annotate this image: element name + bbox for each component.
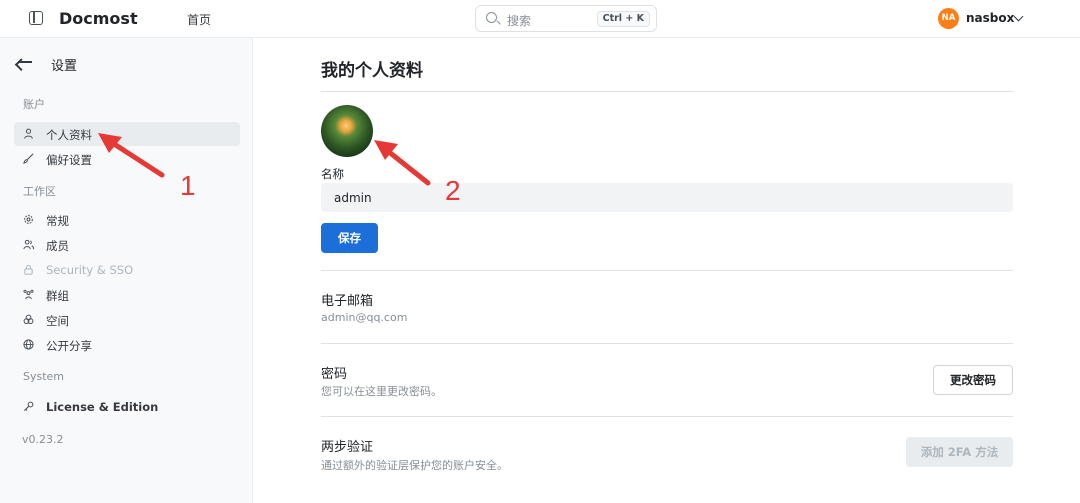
name-input[interactable] — [321, 183, 1013, 212]
user-avatar[interactable]: NA — [938, 8, 959, 29]
sidebar-title: 设置 — [51, 59, 78, 74]
sidebar-item-label: 公开分享 — [46, 339, 92, 353]
twofa-description: 通过额外的验证层保护您的账户安全。 — [321, 459, 508, 472]
sidebar-item-label: 群组 — [46, 289, 69, 303]
back-arrow-icon[interactable] — [18, 61, 32, 63]
chevron-down-icon[interactable] — [1013, 11, 1024, 22]
sidebar-item-security-sso[interactable]: Security & SSO — [14, 258, 240, 282]
sidebar-item-label: Security & SSO — [46, 263, 134, 277]
divider — [321, 416, 1013, 417]
email-title: 电子邮箱 — [321, 294, 374, 309]
user-icon — [24, 128, 33, 139]
settings-sidebar: 设置 账户 个人资料 偏好设置 工作区 常规 成员 Security & SSO… — [0, 38, 253, 503]
profile-avatar[interactable] — [321, 105, 373, 157]
annotation-number-1: 1 — [180, 170, 196, 201]
divider — [321, 270, 1013, 271]
sidebar-item-profile[interactable]: 个人资料 — [14, 122, 240, 146]
page-title: 我的个人资料 — [321, 61, 423, 81]
sidebar-item-label: 常规 — [46, 214, 69, 228]
section-workspace: 工作区 — [23, 185, 56, 198]
sidebar-toggle-icon[interactable] — [29, 11, 43, 25]
sidebar-item-license[interactable]: License & Edition — [14, 395, 240, 419]
search-shortcut: Ctrl + K — [596, 11, 650, 27]
email-value: admin@qq.com — [321, 311, 408, 324]
divider — [321, 91, 1013, 92]
twofa-title: 两步验证 — [321, 440, 374, 455]
key-icon — [23, 401, 34, 412]
annotation-number-2: 2 — [445, 175, 461, 206]
sidebar-item-preferences[interactable]: 偏好设置 — [14, 147, 240, 171]
password-description: 您可以在这里更改密码。 — [321, 385, 442, 398]
gear-icon — [24, 215, 33, 224]
sidebar-item-label: License & Edition — [46, 400, 159, 414]
change-password-button[interactable]: 更改密码 — [933, 365, 1013, 395]
brand-logo[interactable]: Docmost — [59, 9, 138, 28]
lock-icon — [24, 264, 33, 275]
top-bar: Docmost 首页 搜索 Ctrl + K NA nasbox — [0, 0, 1080, 38]
section-system: System — [23, 370, 65, 383]
name-label: 名称 — [321, 167, 344, 181]
users-icon — [23, 239, 34, 250]
sidebar-item-label: 空间 — [46, 314, 69, 328]
section-account: 账户 — [23, 98, 45, 111]
password-title: 密码 — [321, 367, 348, 382]
sidebar-item-spaces[interactable]: 空间 — [14, 308, 240, 332]
group-icon — [23, 289, 34, 300]
sidebar-item-groups[interactable]: 群组 — [14, 283, 240, 307]
add-2fa-button[interactable]: 添加 2FA 方法 — [906, 437, 1013, 467]
sidebar-item-label: 偏好设置 — [46, 153, 92, 167]
search-icon — [486, 12, 497, 23]
sidebar-item-label: 个人资料 — [46, 128, 92, 142]
sidebar-item-label: 成员 — [46, 239, 69, 253]
divider — [321, 343, 1013, 344]
sidebar-item-members[interactable]: 成员 — [14, 233, 240, 257]
save-button[interactable]: 保存 — [321, 223, 378, 253]
spaces-icon — [23, 314, 34, 325]
sidebar-item-general[interactable]: 常规 — [14, 208, 240, 232]
search-box[interactable]: 搜索 Ctrl + K — [475, 5, 657, 32]
user-name[interactable]: nasbox — [966, 11, 1014, 25]
arrow-to-avatar-icon — [374, 140, 431, 186]
search-placeholder: 搜索 — [507, 14, 532, 28]
sidebar-item-public-sharing[interactable]: 公开分享 — [14, 333, 240, 357]
home-link[interactable]: 首页 — [187, 11, 211, 28]
app-version: v0.23.2 — [22, 433, 64, 446]
brush-icon — [23, 153, 34, 164]
globe-icon — [23, 339, 34, 350]
